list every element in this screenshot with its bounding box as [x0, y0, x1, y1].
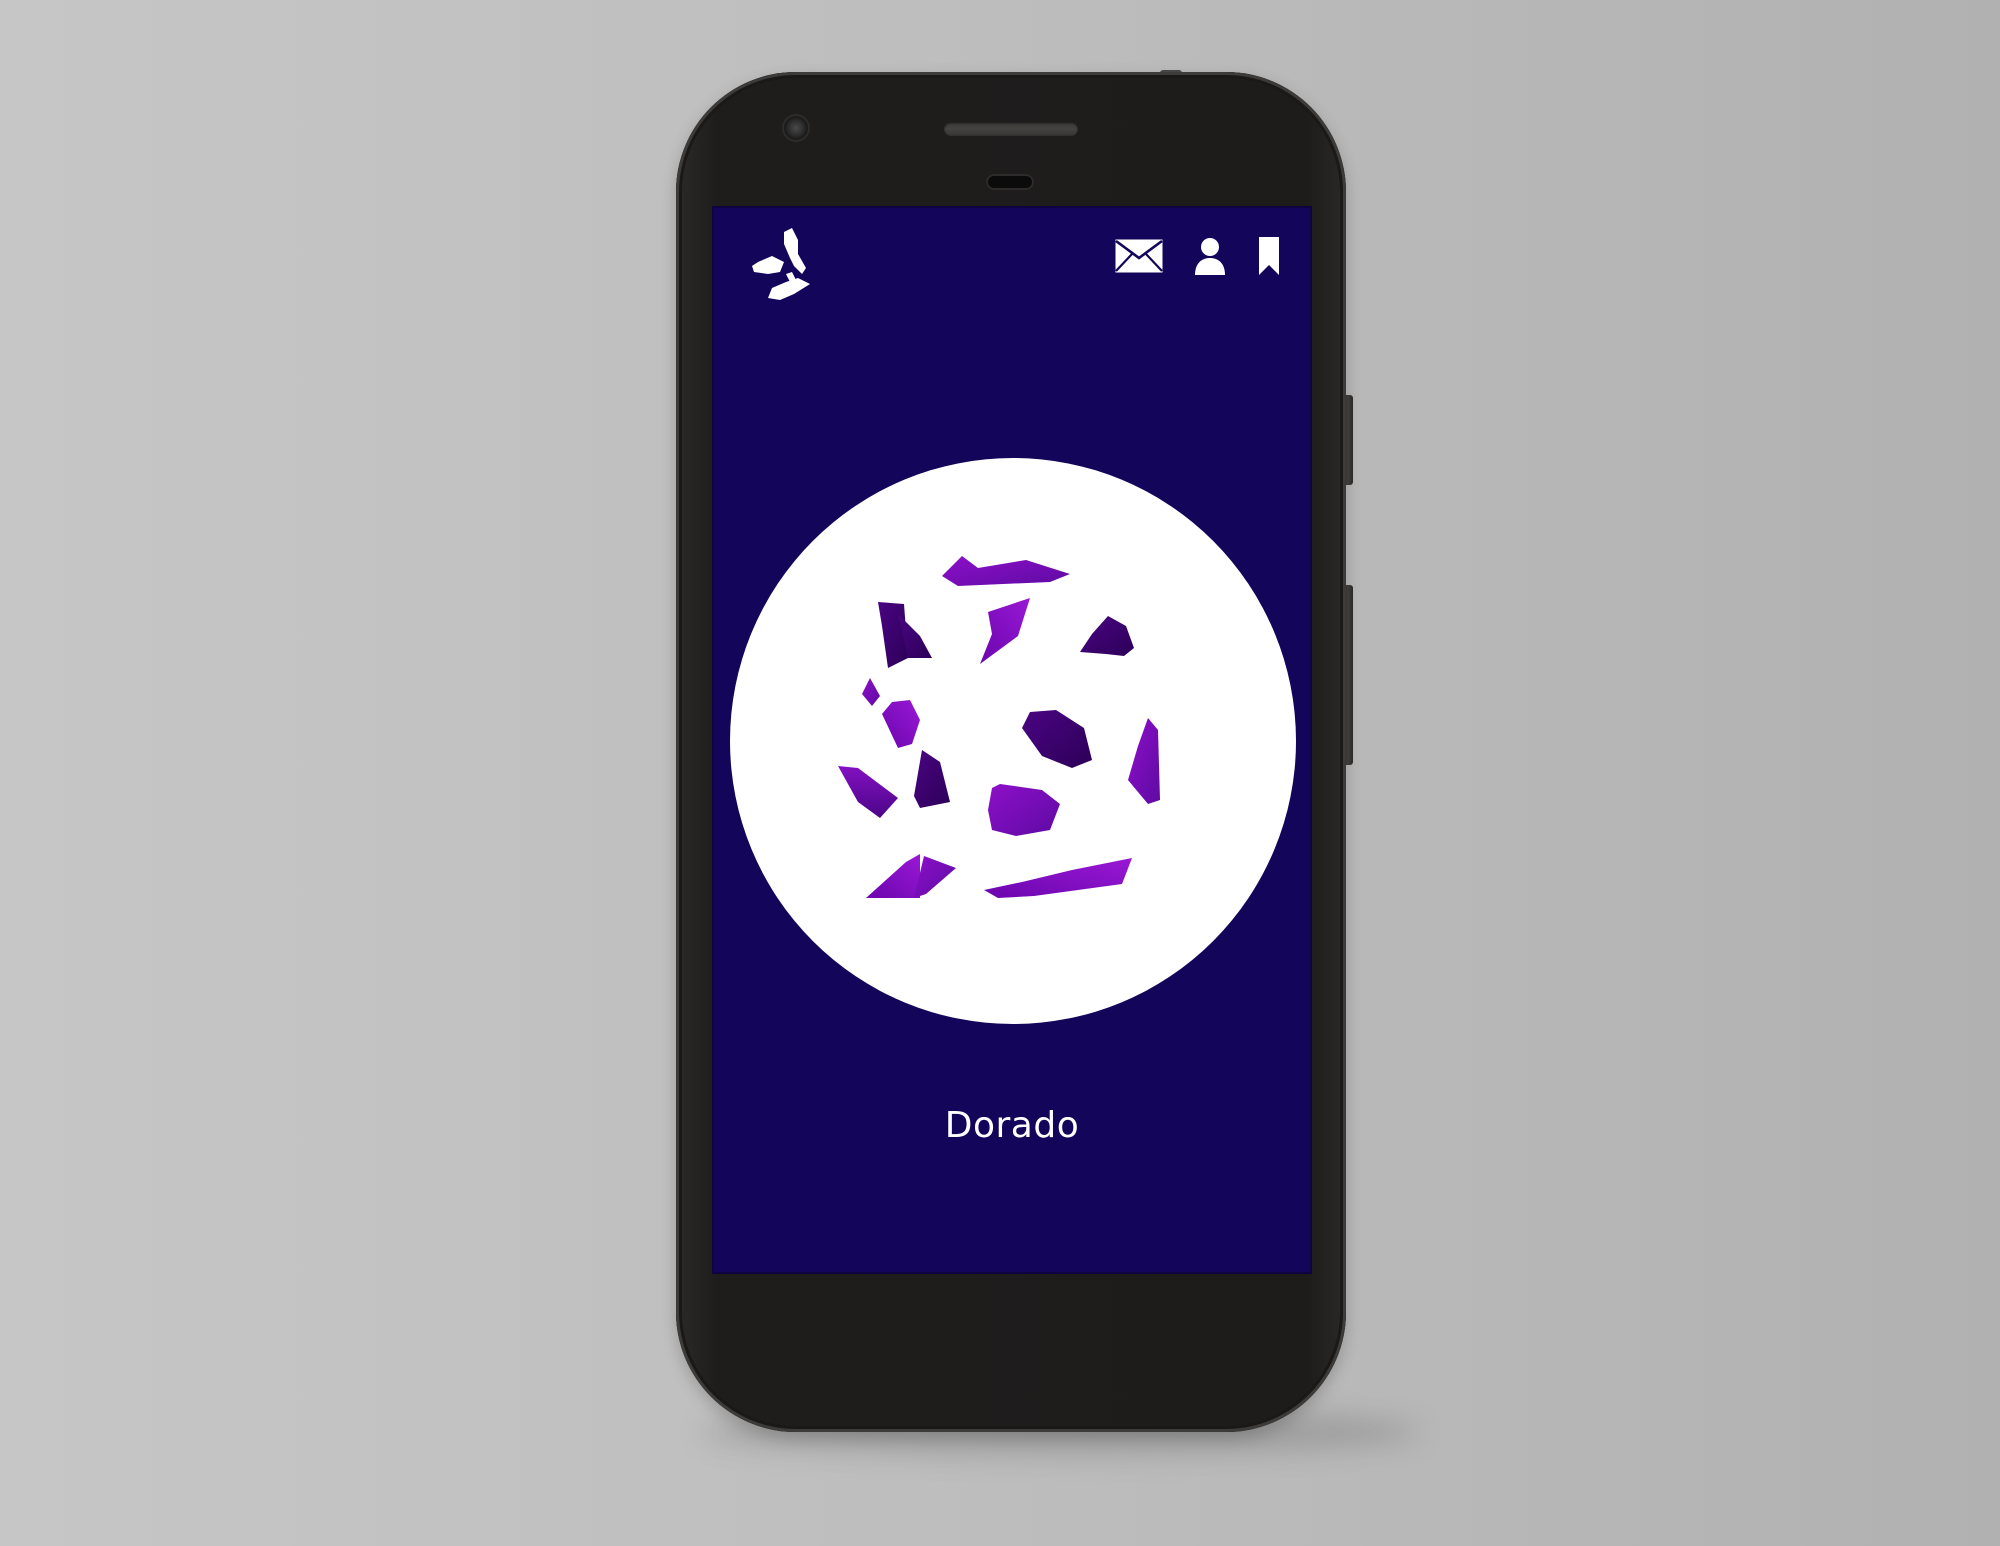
constellation-shards-art — [838, 556, 1160, 898]
constellation-shards — [838, 556, 1160, 898]
proximity-sensor — [986, 174, 1034, 190]
constellation-disc — [730, 458, 1296, 1024]
constellation-name: Dorado — [944, 1105, 1080, 1146]
top-bar — [712, 206, 1312, 316]
profile-icon[interactable] — [1190, 232, 1230, 280]
bookmark-icon[interactable] — [1254, 232, 1284, 280]
mail-icon[interactable] — [1112, 232, 1166, 280]
front-camera — [784, 116, 808, 140]
device-scene: Dorado — [0, 0, 2000, 1546]
earpiece-speaker — [944, 122, 1078, 136]
shard-logo-icon[interactable] — [746, 224, 820, 308]
app-screen: Dorado — [712, 206, 1312, 1274]
